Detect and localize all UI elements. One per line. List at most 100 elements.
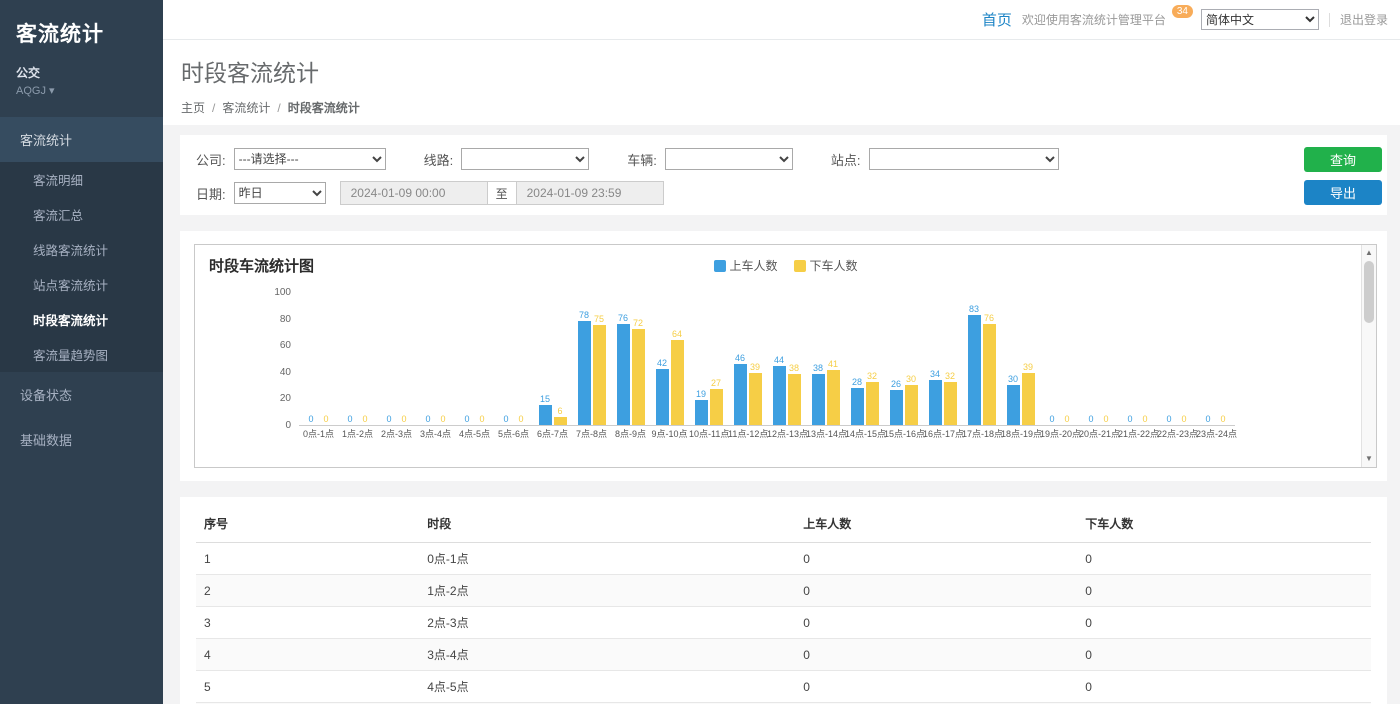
topbar: 首页 欢迎使用客流统计管理平台 34 简体中文 退出登录: [163, 0, 1400, 40]
station-filter: 站点:: [831, 148, 1059, 170]
category-label: 23点-24点: [1196, 428, 1235, 440]
table-cell: 2点-3点: [419, 607, 795, 639]
table-cell: 0: [795, 639, 1077, 671]
date-end-input[interactable]: [516, 181, 664, 205]
bar-value-label: 30: [1008, 374, 1018, 385]
category-label: 4点-5点: [455, 428, 494, 440]
bar: [578, 321, 591, 425]
bar-value-label: 41: [828, 359, 838, 370]
bar-wrap: 46: [734, 353, 747, 425]
y-tick-label: 0: [285, 420, 291, 432]
category-label: 22点-23点: [1157, 428, 1196, 440]
sidebar-subitem-客流明细[interactable]: 客流明细: [0, 162, 163, 197]
app-root: 客流统计 公交 AQGJ ▾ 客流统计客流明细客流汇总线路客流统计站点客流统计时…: [0, 0, 1400, 704]
scroll-down-icon[interactable]: ▼: [1362, 452, 1376, 466]
bar-value-label: 44: [774, 355, 784, 366]
bar-wrap: 0: [476, 414, 489, 425]
bar-value-label: 0: [1181, 414, 1186, 425]
bar: [944, 382, 957, 425]
notification-badge[interactable]: 34: [1172, 5, 1193, 18]
breadcrumb-item: 时段客流统计: [288, 101, 360, 115]
bar-group: 00: [1157, 414, 1196, 425]
table-cell: 3点-4点: [419, 639, 795, 671]
bar-value-label: 0: [308, 414, 313, 425]
y-tick-label: 20: [280, 393, 291, 405]
table-row: 32点-3点00: [196, 607, 1371, 639]
bar-group: 30 39: [1001, 362, 1040, 425]
scroll-up-icon[interactable]: ▲: [1362, 246, 1376, 260]
bar-group: 4438: [767, 355, 806, 425]
date-preset-select[interactable]: 昨日: [234, 182, 326, 204]
x-axis-labels: 0点-1点1点-2点2点-3点3点-4点4点-5点5点-6点6点-7点7点-8点…: [299, 428, 1235, 440]
breadcrumb-item[interactable]: 主页: [181, 101, 205, 115]
bar-value-label: 0: [518, 414, 523, 425]
bar-group: 2630: [884, 374, 923, 425]
bar-group: 4264: [650, 329, 689, 425]
legend-item[interactable]: 上车人数: [713, 257, 777, 274]
sidebar-item-基础数据[interactable]: 基础数据: [0, 417, 163, 462]
bar-value-label: 76: [618, 313, 628, 324]
sidebar-subitem-线路客流统计[interactable]: 线路客流统计: [0, 232, 163, 267]
vehicle-filter: 车辆:: [627, 148, 793, 170]
data-table-panel: 序号时段上车人数下车人数 10点-1点0021点-2点0032点-3点0043点…: [180, 497, 1387, 704]
table-cell: 0: [795, 543, 1077, 575]
category-label: 2点-3点: [377, 428, 416, 440]
vehicle-select[interactable]: [665, 148, 793, 170]
bar-wrap: 0: [437, 414, 450, 425]
bar-wrap: 76: [983, 313, 996, 425]
table-cell: 0: [795, 671, 1077, 703]
bar-group: 00: [455, 414, 494, 425]
bar-wrap: 39: [1022, 362, 1035, 425]
sidebar-subitem-站点客流统计[interactable]: 站点客流统计: [0, 267, 163, 302]
bar-wrap: 72: [632, 318, 645, 425]
org-code-dropdown[interactable]: AQGJ ▾: [0, 81, 163, 117]
bar: [968, 315, 981, 425]
home-link[interactable]: 首页: [982, 9, 1012, 30]
bar-wrap: 39: [749, 362, 762, 425]
page-heading: 时段客流统计 主页/客流统计/时段客流统计: [163, 40, 1400, 125]
bar-value-label: 46: [735, 353, 745, 364]
caret-down-icon: ▾: [49, 85, 55, 97]
bar-value-label: 0: [347, 414, 352, 425]
station-select[interactable]: [869, 148, 1059, 170]
category-label: 16点-17点: [923, 428, 962, 440]
line-select[interactable]: [461, 148, 589, 170]
bar: [905, 385, 918, 425]
scrollbar-thumb[interactable]: [1364, 261, 1374, 323]
sidebar-item-客流统计[interactable]: 客流统计: [0, 117, 163, 162]
bar: [929, 380, 942, 425]
logout-link[interactable]: 退出登录: [1340, 11, 1388, 28]
brand-title: 客流统计: [0, 0, 163, 64]
chart-scrollbar[interactable]: ▲ ▼: [1361, 245, 1376, 467]
date-start-input[interactable]: [340, 181, 488, 205]
y-tick-label: 100: [274, 287, 291, 299]
bar-group: 7875: [572, 310, 611, 425]
company-select[interactable]: ---请选择---: [234, 148, 386, 170]
sidebar-subitem-时段客流统计[interactable]: 时段客流统计: [0, 302, 163, 337]
breadcrumb-item[interactable]: 客流统计: [222, 101, 270, 115]
sidebar-subitem-客流量趋势图[interactable]: 客流量趋势图: [0, 337, 163, 372]
language-select[interactable]: 简体中文: [1201, 9, 1319, 30]
query-button[interactable]: 查询: [1304, 147, 1382, 172]
chart-box: 时段车流统计图 上车人数下车人数 020406080100 0000000000…: [194, 244, 1377, 468]
sidebar-subitem-客流汇总[interactable]: 客流汇总: [0, 197, 163, 232]
bar-wrap: 75: [593, 314, 606, 425]
bar-value-label: 0: [386, 414, 391, 425]
legend-item[interactable]: 下车人数: [794, 257, 858, 274]
bar-value-label: 0: [1064, 414, 1069, 425]
category-label: 13点-14点: [806, 428, 845, 440]
bar-value-label: 27: [711, 378, 721, 389]
bar-value-label: 32: [867, 371, 877, 382]
table-cell: 0: [1077, 575, 1371, 607]
bar: [890, 390, 903, 425]
filter-panel: 公司: ---请选择--- 线路: 车辆: 站点:: [180, 135, 1387, 215]
export-button[interactable]: 导出: [1304, 180, 1382, 205]
sidebar-item-设备状态[interactable]: 设备状态: [0, 372, 163, 417]
bar-value-label: 19: [696, 389, 706, 400]
bar-wrap: 0: [422, 414, 435, 425]
content-area: 公司: ---请选择--- 线路: 车辆: 站点:: [163, 125, 1400, 704]
bar-value-label: 0: [440, 414, 445, 425]
welcome-text: 欢迎使用客流统计管理平台: [1022, 11, 1166, 28]
bar-value-label: 0: [362, 414, 367, 425]
topbar-divider: [1329, 13, 1330, 27]
